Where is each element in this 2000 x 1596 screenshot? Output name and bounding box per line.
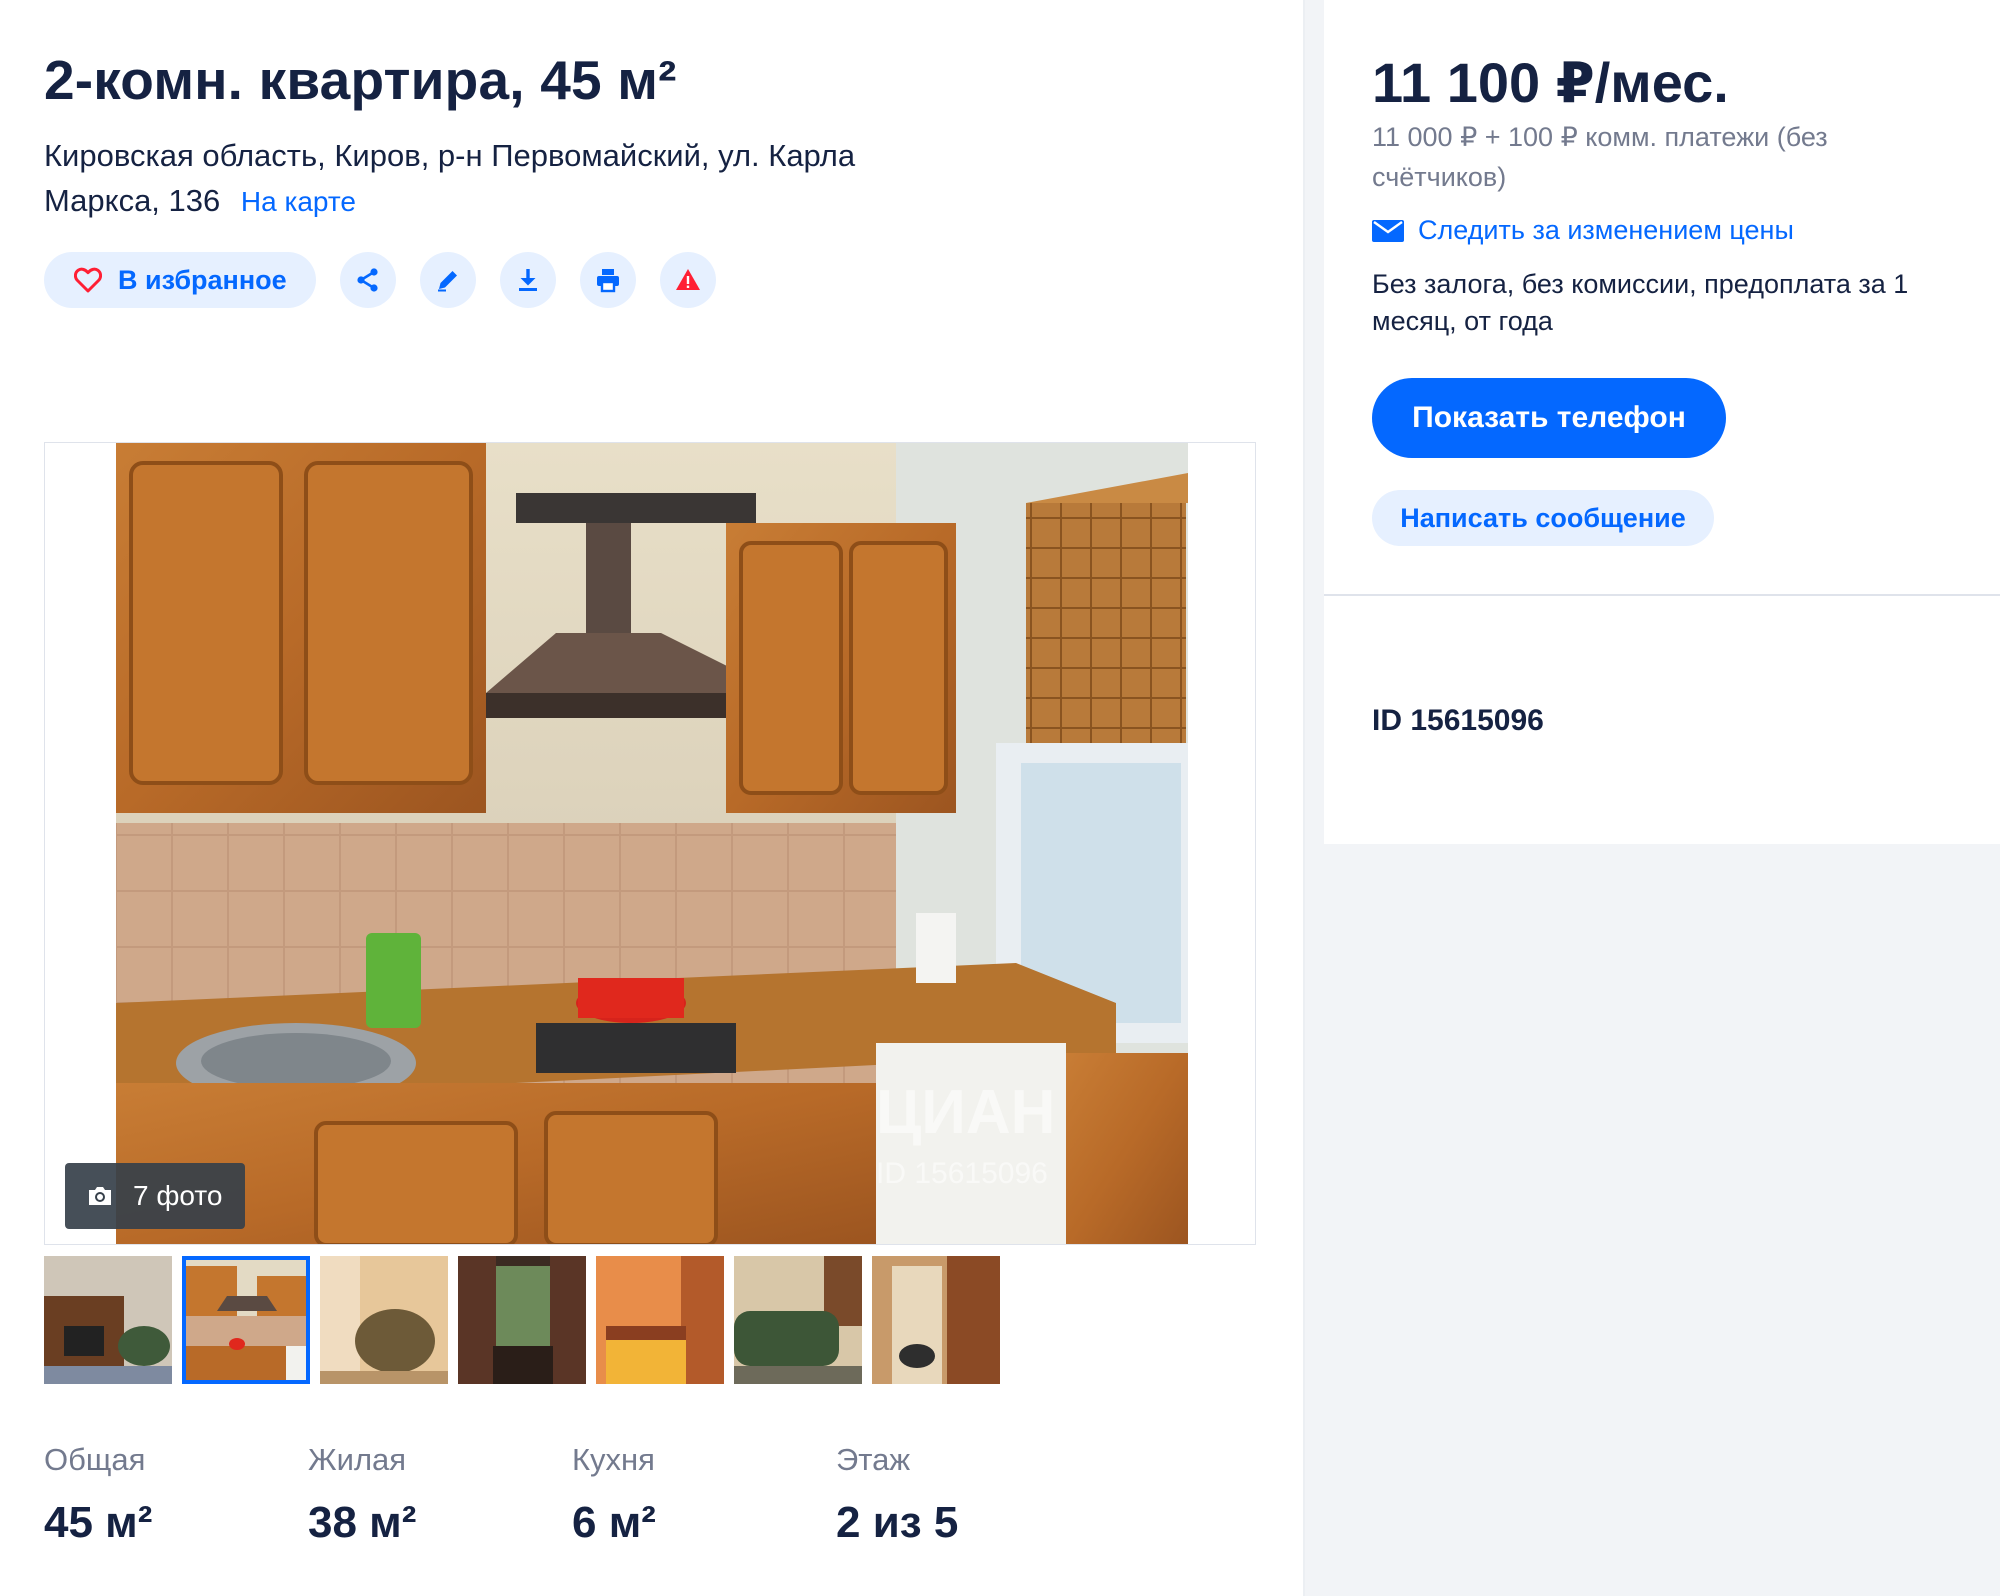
- address-text: Кировская область, Киров, р-н Первомайск…: [44, 138, 856, 218]
- thumbnail-image: [44, 1256, 172, 1384]
- param-value: 2 из 5: [836, 1498, 959, 1547]
- watermark-id: ID 15615096: [876, 1157, 1048, 1190]
- share-button[interactable]: [340, 252, 396, 308]
- param-label: Жилая: [308, 1442, 407, 1477]
- thumbnail-window-curtains[interactable]: [458, 1256, 586, 1384]
- address: Кировская область, Киров, р-н Первомайск…: [44, 133, 904, 224]
- show-phone-button[interactable]: Показать телефон: [1372, 378, 1726, 458]
- price: 11 100 ₽/мес.: [1372, 51, 1729, 114]
- main-column: 2-комн. квартира, 45 м² Кировская област…: [0, 0, 1303, 1596]
- page-title: 2-комн. квартира, 45 м²: [44, 49, 677, 111]
- main-photo: ЦИАН ID 15615096: [116, 443, 1188, 1244]
- offer-card: 11 100 ₽/мес. 11 000 ₽ + 100 ₽ комм. пла…: [1324, 0, 2000, 594]
- heart-icon: [74, 267, 102, 293]
- report-button[interactable]: [660, 252, 716, 308]
- thumbnail-strip: [44, 1256, 1010, 1384]
- param-value: 45 м²: [44, 1498, 153, 1547]
- thumbnail-image: [596, 1256, 724, 1384]
- sidebar: 11 100 ₽/мес. 11 000 ₽ + 100 ₽ комм. пла…: [1305, 0, 2000, 1596]
- watermark-logo: ЦИАН: [876, 1078, 1055, 1147]
- param-label: Кухня: [572, 1442, 655, 1477]
- write-message-button[interactable]: Написать сообщение: [1372, 490, 1714, 546]
- thumbnail-image: [872, 1256, 1000, 1384]
- favorite-button[interactable]: В избранное: [44, 252, 316, 308]
- thumbnail-bedroom[interactable]: [596, 1256, 724, 1384]
- track-price-label: Следить за изменением цены: [1418, 215, 1794, 245]
- track-price-link[interactable]: Следить за изменением цены: [1372, 215, 1794, 246]
- thumbnail-image: [182, 1256, 310, 1384]
- edit-icon: [438, 271, 457, 292]
- param-value: 6 м²: [572, 1498, 656, 1547]
- apartment-params: Общая 45 м² Жилая 38 м² Кухня 6 м² Этаж …: [44, 1440, 1100, 1548]
- photo-count-label: 7 фото: [133, 1180, 223, 1211]
- param-label: Этаж: [836, 1442, 911, 1477]
- rental-terms: Без залога, без комиссии, предоплата за …: [1372, 269, 1909, 336]
- share-icon: [357, 268, 378, 292]
- photo-gallery[interactable]: ЦИАН ID 15615096 7 фото: [44, 442, 1256, 1245]
- download-icon: [519, 269, 537, 291]
- edit-button[interactable]: [420, 252, 476, 308]
- map-link[interactable]: На карте: [241, 186, 356, 217]
- thumbnail-living-room[interactable]: [44, 1256, 172, 1384]
- thumbnail-image: [458, 1256, 586, 1384]
- warning-icon: [676, 269, 700, 290]
- param-label: Общая: [44, 1442, 146, 1477]
- param-kitchen-area: Кухня 6 м²: [572, 1440, 836, 1548]
- listing-id-card: ID 15615096: [1324, 596, 2000, 844]
- thumbnail-armchair[interactable]: [320, 1256, 448, 1384]
- thumbnail-image: [320, 1256, 448, 1384]
- thumbnail-hallway[interactable]: [872, 1256, 1000, 1384]
- thumbnail-kitchen[interactable]: [182, 1256, 310, 1384]
- price-details: 11 000 ₽ + 100 ₽ комм. платежи (без счёт…: [1372, 122, 1828, 192]
- param-living-area: Жилая 38 м²: [308, 1440, 572, 1548]
- param-value: 38 м²: [308, 1498, 417, 1547]
- action-bar: В избранное: [44, 252, 716, 308]
- print-button[interactable]: [580, 252, 636, 308]
- download-button[interactable]: [500, 252, 556, 308]
- param-total-area: Общая 45 м²: [44, 1440, 308, 1548]
- listing-id: ID 15615096: [1372, 704, 1544, 737]
- envelope-icon: [1372, 219, 1404, 242]
- camera-icon: [89, 1187, 111, 1205]
- print-icon: [597, 269, 619, 293]
- photo-count-badge[interactable]: 7 фото: [65, 1163, 245, 1229]
- param-floor: Этаж 2 из 5: [836, 1440, 1100, 1548]
- thumbnail-sofa[interactable]: [734, 1256, 862, 1384]
- favorite-label: В избранное: [118, 264, 287, 295]
- thumbnail-image: [734, 1256, 862, 1384]
